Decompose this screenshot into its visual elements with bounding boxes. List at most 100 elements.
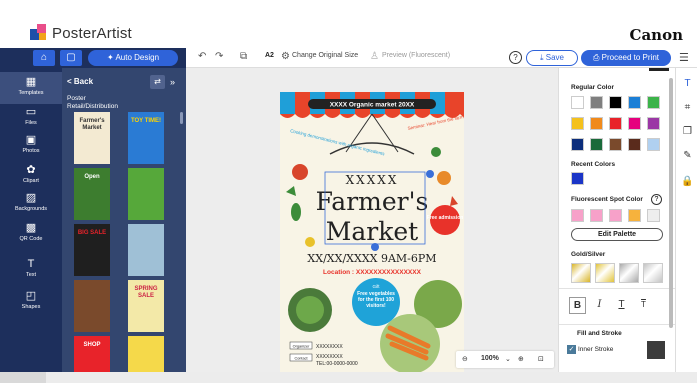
lock-icon[interactable]: 🔒	[681, 176, 694, 189]
template-thumbnail[interactable]: SHOP	[74, 336, 110, 372]
inner-stroke-color-swatch[interactable]	[647, 341, 665, 359]
poster-canvas[interactable]: XXXX Organic market 20XX Cooking demonst…	[280, 92, 464, 372]
strikethrough-button[interactable]: T	[635, 297, 652, 314]
template-thumbnail[interactable]	[128, 168, 164, 220]
rail-item-templates[interactable]: ▦ Templates	[0, 72, 62, 104]
gift-label[interactable]: Gift	[372, 284, 380, 289]
organizer-value[interactable]: XXXXXXXX	[316, 344, 343, 350]
fit-to-screen-icon[interactable]: ⊡	[538, 355, 544, 363]
help-button[interactable]: ?	[509, 51, 522, 64]
regular-color-swatch[interactable]	[571, 138, 584, 151]
poster-subtitle[interactable]: XXXXX	[346, 173, 399, 187]
free-admission-text[interactable]: Free admission	[427, 215, 464, 221]
contact-tel[interactable]: TEL:00-0000-0000	[316, 361, 358, 367]
settings-gear-icon[interactable]: ⚙	[281, 51, 290, 62]
regular-color-swatch[interactable]	[647, 117, 660, 130]
template-thumbnail[interactable]	[74, 280, 110, 332]
back-button[interactable]: < Back	[67, 77, 93, 86]
rail-item-label: Text	[25, 272, 37, 278]
template-thumbnail[interactable]	[128, 224, 164, 276]
regular-color-swatch[interactable]	[590, 117, 603, 130]
poster-title-line1[interactable]: Farmer's	[316, 187, 429, 216]
gold-silver-swatch[interactable]	[619, 263, 639, 283]
template-thumbnail-title: BIG SALE	[77, 230, 107, 236]
text-color-tool-icon[interactable]: T	[681, 78, 694, 91]
copy-icon[interactable]: ⧉	[240, 51, 247, 62]
regular-color-swatch[interactable]	[647, 96, 660, 109]
rail-item-qr-code[interactable]: ▩ QR Code	[0, 218, 62, 250]
filter-button[interactable]: ⇄	[150, 75, 165, 89]
regular-color-swatch[interactable]	[628, 117, 641, 130]
fluorescent-color-swatch[interactable]	[590, 209, 603, 222]
regular-color-swatch[interactable]	[628, 96, 641, 109]
regular-color-swatch[interactable]	[590, 138, 603, 151]
inner-stroke-checkbox[interactable]: ✓	[567, 345, 576, 354]
regular-color-swatch[interactable]	[609, 138, 622, 151]
bold-button[interactable]: B	[569, 297, 586, 314]
template-thumbnail[interactable]: Farmer's Market	[74, 112, 110, 164]
zoom-out-icon[interactable]: ⊖	[462, 355, 468, 363]
header-banner-text[interactable]: XXXX Organic market 20XX	[330, 102, 415, 109]
contact-label[interactable]: Contact	[294, 357, 308, 361]
recent-color-swatch[interactable]	[571, 172, 584, 185]
gold-silver-swatch[interactable]	[571, 263, 591, 283]
poster-title-line2[interactable]: Market	[326, 217, 418, 246]
template-thumbnail[interactable]: Open	[74, 168, 110, 220]
selection-rotate-handle[interactable]	[371, 243, 379, 251]
templates-scrollbar[interactable]	[180, 112, 183, 124]
italic-button[interactable]: I	[591, 297, 608, 314]
template-thumbnail[interactable]: SPRING SALE	[128, 280, 164, 332]
rail-item-shapes[interactable]: ◰ Shapes	[0, 286, 62, 318]
undo-icon[interactable]: ↶	[198, 51, 206, 62]
properties-scrollbar[interactable]	[669, 78, 673, 328]
home-button[interactable]: ⌂	[33, 50, 55, 66]
organizer-label[interactable]: Organizer	[293, 345, 310, 349]
menu-icon[interactable]: ☰	[679, 51, 689, 64]
effects-tool-icon[interactable]: ✎	[681, 150, 694, 163]
more-fluorescent-colors-button[interactable]	[647, 209, 660, 222]
collapse-panel-icon[interactable]: »	[170, 77, 175, 87]
regular-color-swatch[interactable]	[609, 117, 622, 130]
rail-item-text[interactable]: T Text	[0, 254, 62, 286]
fluorescent-help-icon[interactable]: ?	[651, 194, 662, 205]
zoom-dropdown-icon[interactable]: ⌄	[505, 355, 511, 363]
frame-tool-icon[interactable]: ⌗	[681, 102, 694, 115]
template-thumbnail[interactable]	[128, 336, 164, 372]
regular-color-swatch[interactable]	[571, 96, 584, 109]
underline-button[interactable]: T	[613, 297, 630, 314]
preview-fluorescent-button[interactable]: Preview (Fluorescent)	[382, 52, 450, 59]
fluorescent-color-swatch[interactable]	[609, 209, 622, 222]
zoom-level[interactable]: 100%	[481, 355, 499, 362]
template-thumbnail-title: TOY TIME!	[130, 118, 162, 124]
save-button[interactable]: ⤓ Save	[526, 50, 578, 66]
rail-item-backgrounds[interactable]: ▨ Backgrounds	[0, 188, 62, 220]
change-original-size-button[interactable]: Change Original Size	[292, 52, 358, 59]
edit-palette-button[interactable]: Edit Palette	[571, 228, 663, 241]
regular-color-swatch[interactable]	[590, 96, 603, 109]
paper-size-label[interactable]: A2	[265, 52, 274, 59]
regular-color-swatch[interactable]	[628, 138, 641, 151]
auto-design-button[interactable]: ✦ Auto Design	[88, 50, 178, 66]
contact-value[interactable]: XXXXXXXX	[316, 354, 343, 360]
regular-color-swatch[interactable]	[609, 96, 622, 109]
date-line[interactable]: XX/XX/XXXX 9AM-6PM	[307, 252, 436, 265]
rail-item-photos[interactable]: ▣ Photos	[0, 130, 62, 162]
template-thumbnail-title	[128, 336, 164, 342]
fluorescent-color-swatch[interactable]	[628, 209, 641, 222]
redo-icon[interactable]: ↷	[215, 51, 223, 62]
gold-silver-swatch[interactable]	[643, 263, 663, 283]
location-line[interactable]: Location : XXXXXXXXXXXXXXX	[323, 269, 422, 276]
zoom-in-icon[interactable]: ⊕	[518, 355, 524, 363]
regular-color-swatch[interactable]	[571, 117, 584, 130]
proceed-to-print-button[interactable]: ⎙ Proceed to Print	[581, 50, 671, 66]
gold-silver-swatch[interactable]	[595, 263, 615, 283]
layers-tool-icon[interactable]: ❐	[681, 126, 694, 139]
canvas-area[interactable]: XXXX Organic market 20XX Cooking demonst…	[186, 68, 558, 372]
template-thumbnail[interactable]: TOY TIME!	[128, 112, 164, 164]
new-file-button[interactable]: ▢	[60, 50, 82, 66]
template-thumbnail[interactable]: BIG SALE	[74, 224, 110, 276]
regular-color-swatch[interactable]	[647, 138, 660, 151]
fluorescent-color-swatch[interactable]	[571, 209, 584, 222]
selection-close-handle[interactable]	[426, 170, 434, 178]
gift-text[interactable]: Free vegetables for the first 100 visito…	[355, 291, 397, 309]
